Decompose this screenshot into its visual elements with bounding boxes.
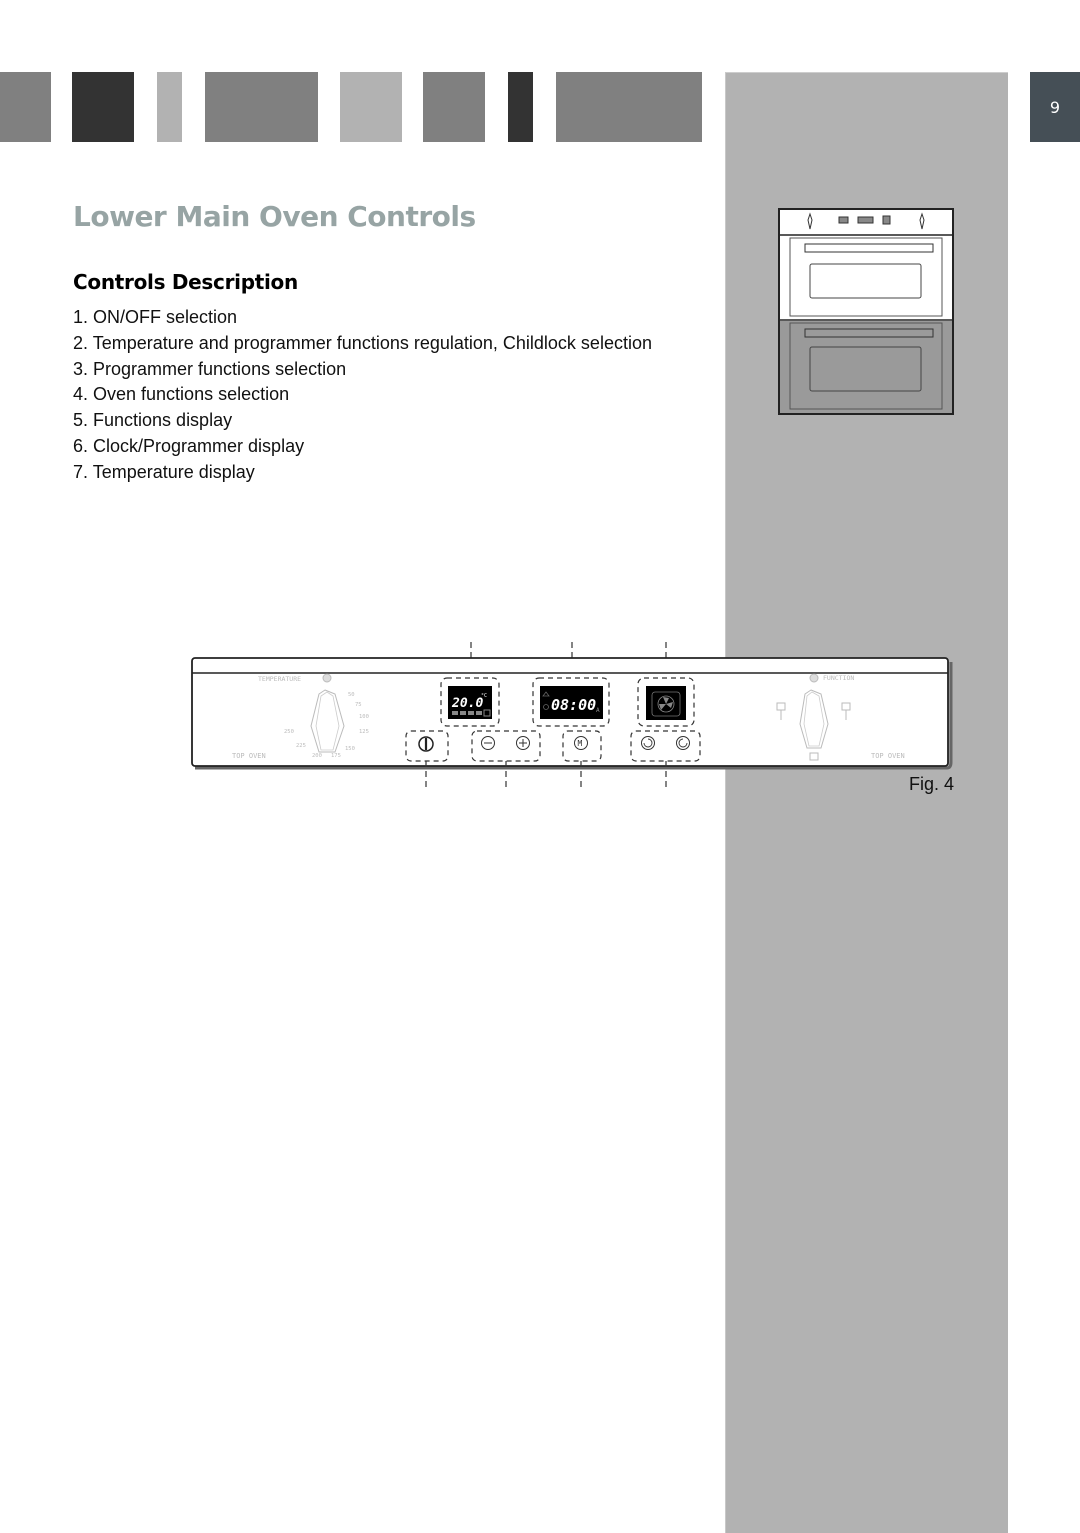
controls-list: 1. ON/OFF selection 2. Temperature and p…: [73, 305, 652, 486]
oven-illustration: [778, 208, 954, 415]
temp-scale-label: 50: [348, 692, 355, 698]
clock-display-suffix: A: [596, 707, 600, 714]
top-oven-window: [809, 263, 922, 299]
list-item: 5. Functions display: [73, 410, 233, 431]
temp-scale-label: 100: [359, 714, 369, 720]
list-item: 6. Clock/Programmer display: [73, 435, 305, 456]
oven-display-2: [857, 216, 874, 224]
top-oven-label-right: TOP OVEN: [871, 752, 905, 760]
header-block-1: [0, 72, 51, 142]
lower-oven-window: [809, 346, 922, 392]
function-left-button[interactable]: [641, 736, 655, 750]
clock-display-value: 08:00: [551, 696, 596, 714]
mode-button[interactable]: M: [574, 736, 588, 750]
header-block-6: [423, 72, 485, 142]
top-oven-label-left: TOP OVEN: [232, 752, 266, 760]
function-label: FUNCTION: [823, 674, 854, 682]
header-block-7: [508, 72, 533, 142]
list-item: 1. ON/OFF selection: [73, 307, 238, 327]
temp-scale-label: 125: [359, 729, 369, 735]
list-item: 7. Temperature display: [73, 461, 255, 482]
function-right-button[interactable]: [676, 736, 690, 750]
temp-scale-label: 75: [355, 702, 362, 708]
figure-caption: Fig. 4: [909, 774, 955, 794]
minus-button[interactable]: [481, 736, 495, 750]
header-block-3: [157, 72, 182, 142]
temp-scale-label: 175: [331, 753, 341, 759]
power-button[interactable]: [418, 736, 434, 752]
list-item: 4. Oven functions selection: [73, 384, 290, 405]
list-item: 2. Temperature and programmer functions …: [73, 332, 652, 353]
list-item: 3. Programmer functions selection: [73, 358, 347, 379]
temp-scale-label: 250: [284, 729, 294, 735]
header-block-8: [556, 72, 702, 142]
page-number: 9: [1030, 72, 1080, 142]
control-panel-figure: TEMPERATURE 50 75 100 125 150 175 200 22…: [191, 642, 953, 790]
page-title: Lower Main Oven Controls: [73, 200, 476, 233]
clock-display: 08:00 A: [540, 686, 603, 719]
temp-scale-label: 225: [296, 743, 306, 749]
temperature-display-value: 20.0: [451, 696, 483, 711]
functions-display: [646, 686, 686, 720]
temperature-label: TEMPERATURE: [258, 675, 301, 683]
header-block-5: [340, 72, 402, 142]
section-subtitle: Controls Description: [73, 270, 298, 294]
plus-button[interactable]: [516, 736, 530, 750]
temp-scale-label: 150: [345, 746, 355, 752]
temperature-display-unit: °C: [481, 693, 487, 699]
temp-scale-label: 200: [312, 753, 322, 759]
header-block-2: [72, 72, 134, 142]
oven-display-3: [882, 215, 891, 225]
lower-oven-handle: [804, 328, 934, 338]
header-block-4: [205, 72, 318, 142]
page-number-text: 9: [1049, 97, 1061, 117]
temperature-display: 20.0 °C: [448, 686, 492, 719]
mode-icon: M: [578, 739, 583, 748]
oven-display-1: [838, 216, 849, 224]
top-oven-handle: [804, 243, 934, 253]
